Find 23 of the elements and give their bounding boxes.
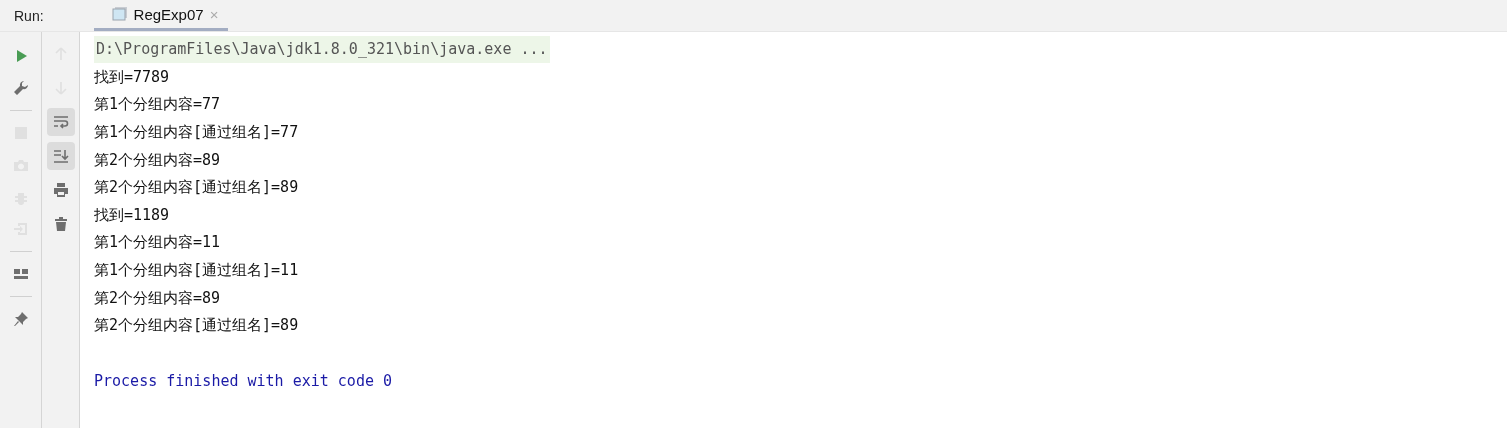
exit-message: Process finished with exit code 0 — [94, 371, 392, 390]
layout-icon — [12, 266, 29, 282]
output-line: 第1个分组内容[通过组名]=77 — [94, 123, 299, 143]
output-line: 第1个分组内容[通过组名]=11 — [94, 261, 299, 281]
output-line: 第2个分组内容=89 — [94, 150, 221, 170]
run-label: Run: — [13, 6, 45, 26]
run-tab[interactable]: RegExp07 × — [93, 0, 229, 31]
console-icon — [111, 6, 128, 22]
print-icon — [52, 182, 69, 198]
toolbar-button[interactable] — [46, 142, 75, 170]
pin-icon — [12, 311, 29, 327]
output-line: 第1个分组内容=77 — [94, 95, 221, 115]
scroll-to-end-icon — [52, 148, 69, 164]
output-line: 第2个分组内容[通过组名]=89 — [94, 316, 299, 336]
output-line: 第2个分组内容=89 — [94, 288, 221, 308]
toolbar-button[interactable] — [46, 108, 75, 136]
output-line: 第1个分组内容=11 — [94, 233, 221, 253]
output-line: 找到=1189 — [94, 205, 170, 225]
wrap-icon — [52, 114, 69, 130]
output-line: 第2个分组内容[通过组名]=89 — [94, 178, 299, 198]
wrench-icon — [12, 80, 29, 96]
output-line: 找到=7789 — [94, 67, 170, 87]
trash-icon — [52, 216, 69, 232]
